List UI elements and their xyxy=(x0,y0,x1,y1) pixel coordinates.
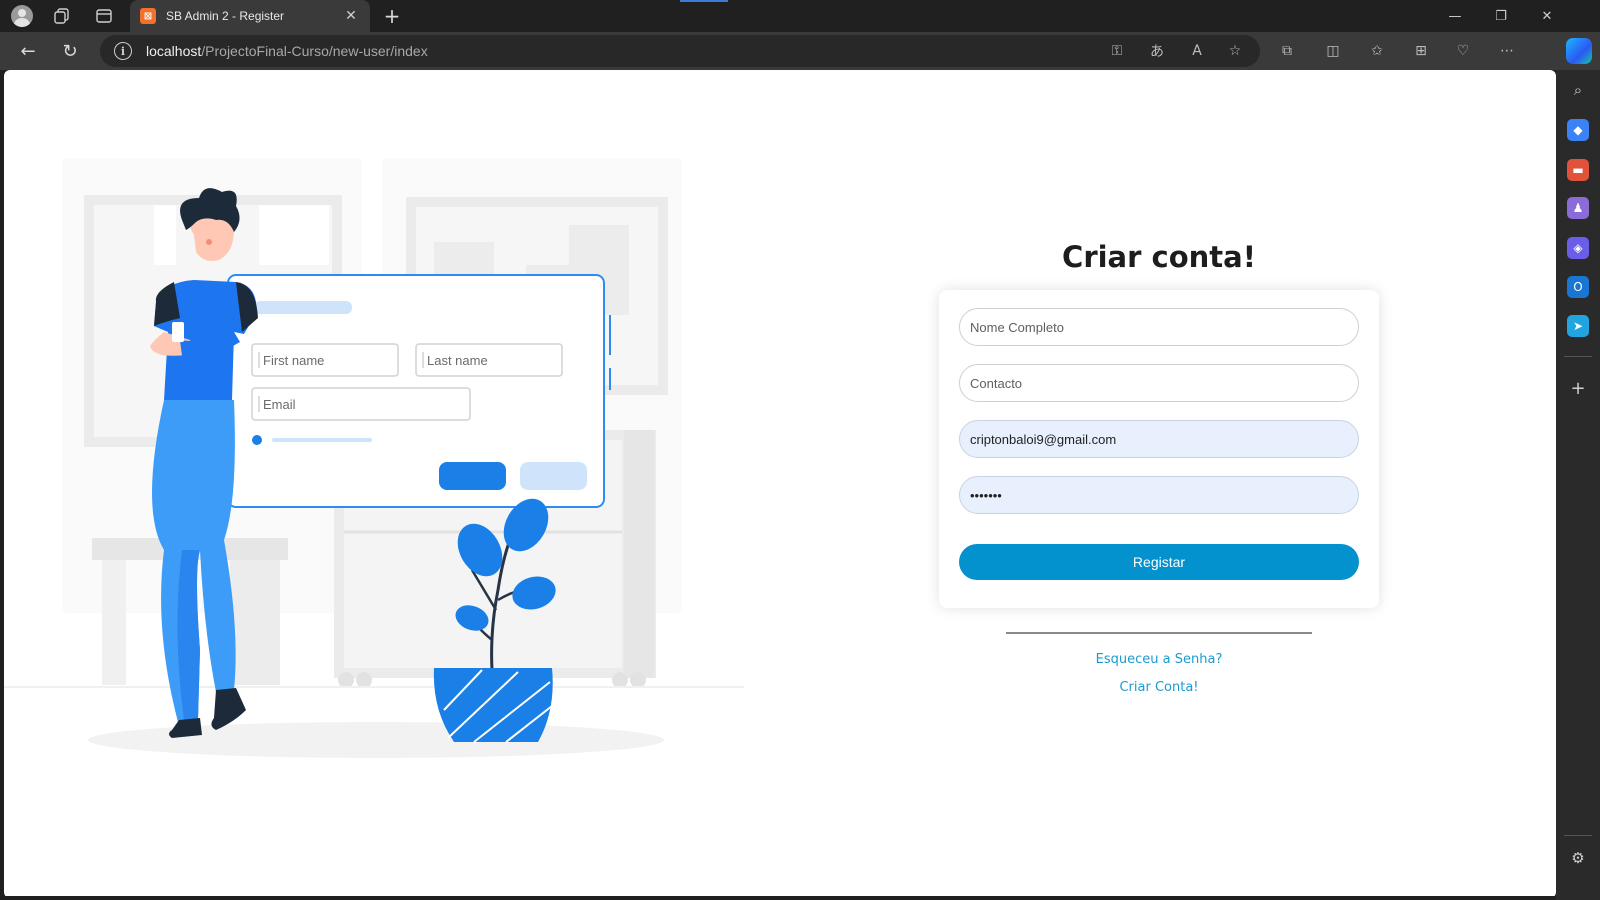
site-info-icon[interactable]: i xyxy=(114,42,132,60)
sidebar-divider xyxy=(1564,356,1592,357)
favorites-icon[interactable]: ✩ xyxy=(1366,40,1388,62)
edge-sidebar: ⌕ ◆ ▬ ♟ ◈ O ➤ + ⚙ xyxy=(1556,70,1600,900)
restore-icon[interactable]: ❐ xyxy=(1478,0,1524,32)
new-tab-icon[interactable]: + xyxy=(380,4,404,28)
illus-last-name: Last name xyxy=(427,353,488,368)
illus-first-name: First name xyxy=(263,353,324,368)
register-illustration: First name Last name Email xyxy=(4,158,744,758)
key-icon[interactable]: ⚿ xyxy=(1106,40,1128,62)
tab-title: SB Admin 2 - Register xyxy=(166,9,285,23)
send-icon[interactable]: ➤ xyxy=(1567,315,1589,337)
extensions-icon[interactable]: ⧉ xyxy=(1276,40,1298,62)
navigation-bar: ← ↻ i localhost/ProjectoFinal-Curso/new-… xyxy=(0,32,1600,70)
workspaces-icon[interactable] xyxy=(50,4,74,28)
performance-icon[interactable]: ♡ xyxy=(1452,40,1474,62)
sidebar-divider-bottom xyxy=(1564,835,1592,836)
password-input[interactable] xyxy=(959,476,1359,514)
search-icon[interactable]: ⌕ xyxy=(1567,79,1589,101)
games-icon[interactable]: ♟ xyxy=(1567,197,1589,219)
collections-icon[interactable]: ⊞ xyxy=(1410,40,1432,62)
illus-email: Email xyxy=(263,397,296,412)
divider xyxy=(1006,632,1312,634)
forgot-password-link[interactable]: Esqueceu a Senha? xyxy=(939,652,1379,667)
tab-register[interactable]: ⊠ SB Admin 2 - Register ✕ xyxy=(130,0,370,32)
refresh-icon[interactable]: ↻ xyxy=(56,39,84,63)
close-window-icon[interactable]: ✕ xyxy=(1524,0,1570,32)
register-form-card: Registar xyxy=(939,290,1379,608)
browser-title-bar: ⊠ SB Admin 2 - Register ✕ + — ❐ ✕ xyxy=(0,0,1600,32)
read-aloud-icon[interactable]: A xyxy=(1186,40,1208,62)
register-button[interactable]: Registar xyxy=(959,544,1359,580)
address-bar[interactable]: i localhost/ProjectoFinal-Curso/new-user… xyxy=(100,35,1260,67)
bottom-strip xyxy=(0,896,1556,900)
microsoft-365-icon[interactable]: ◈ xyxy=(1567,237,1589,259)
outlook-icon[interactable]: O xyxy=(1567,276,1589,298)
tab-close-icon[interactable]: ✕ xyxy=(342,8,360,24)
url-path: /ProjectoFinal-Curso/new-user/index xyxy=(201,43,428,59)
create-account-link[interactable]: Criar Conta! xyxy=(939,680,1379,695)
full-name-input[interactable] xyxy=(959,308,1359,346)
split-screen-icon[interactable]: ◫ xyxy=(1322,40,1344,62)
email-input[interactable] xyxy=(959,420,1359,458)
page-content: First name Last name Email Criar conta! … xyxy=(4,70,1556,898)
contact-input[interactable] xyxy=(959,364,1359,402)
xampp-icon: ⊠ xyxy=(140,8,156,24)
page-title: Criar conta! xyxy=(1062,240,1256,274)
more-menu-icon[interactable]: ⋯ xyxy=(1496,40,1518,62)
favorite-star-icon[interactable]: ☆ xyxy=(1224,40,1246,62)
loading-indicator xyxy=(680,0,728,2)
tab-actions-icon[interactable] xyxy=(92,4,116,28)
copilot-icon[interactable] xyxy=(1566,38,1592,64)
profile-avatar-icon[interactable] xyxy=(10,4,34,28)
settings-gear-icon[interactable]: ⚙ xyxy=(1567,847,1589,869)
back-icon[interactable]: ← xyxy=(14,39,42,63)
add-icon[interactable]: + xyxy=(1567,377,1589,399)
translate-icon[interactable]: あ xyxy=(1146,40,1168,62)
shopping-tag-icon[interactable]: ◆ xyxy=(1567,119,1589,141)
url-host: localhost xyxy=(146,43,202,59)
minimize-icon[interactable]: — xyxy=(1432,0,1478,32)
tools-icon[interactable]: ▬ xyxy=(1567,159,1589,181)
